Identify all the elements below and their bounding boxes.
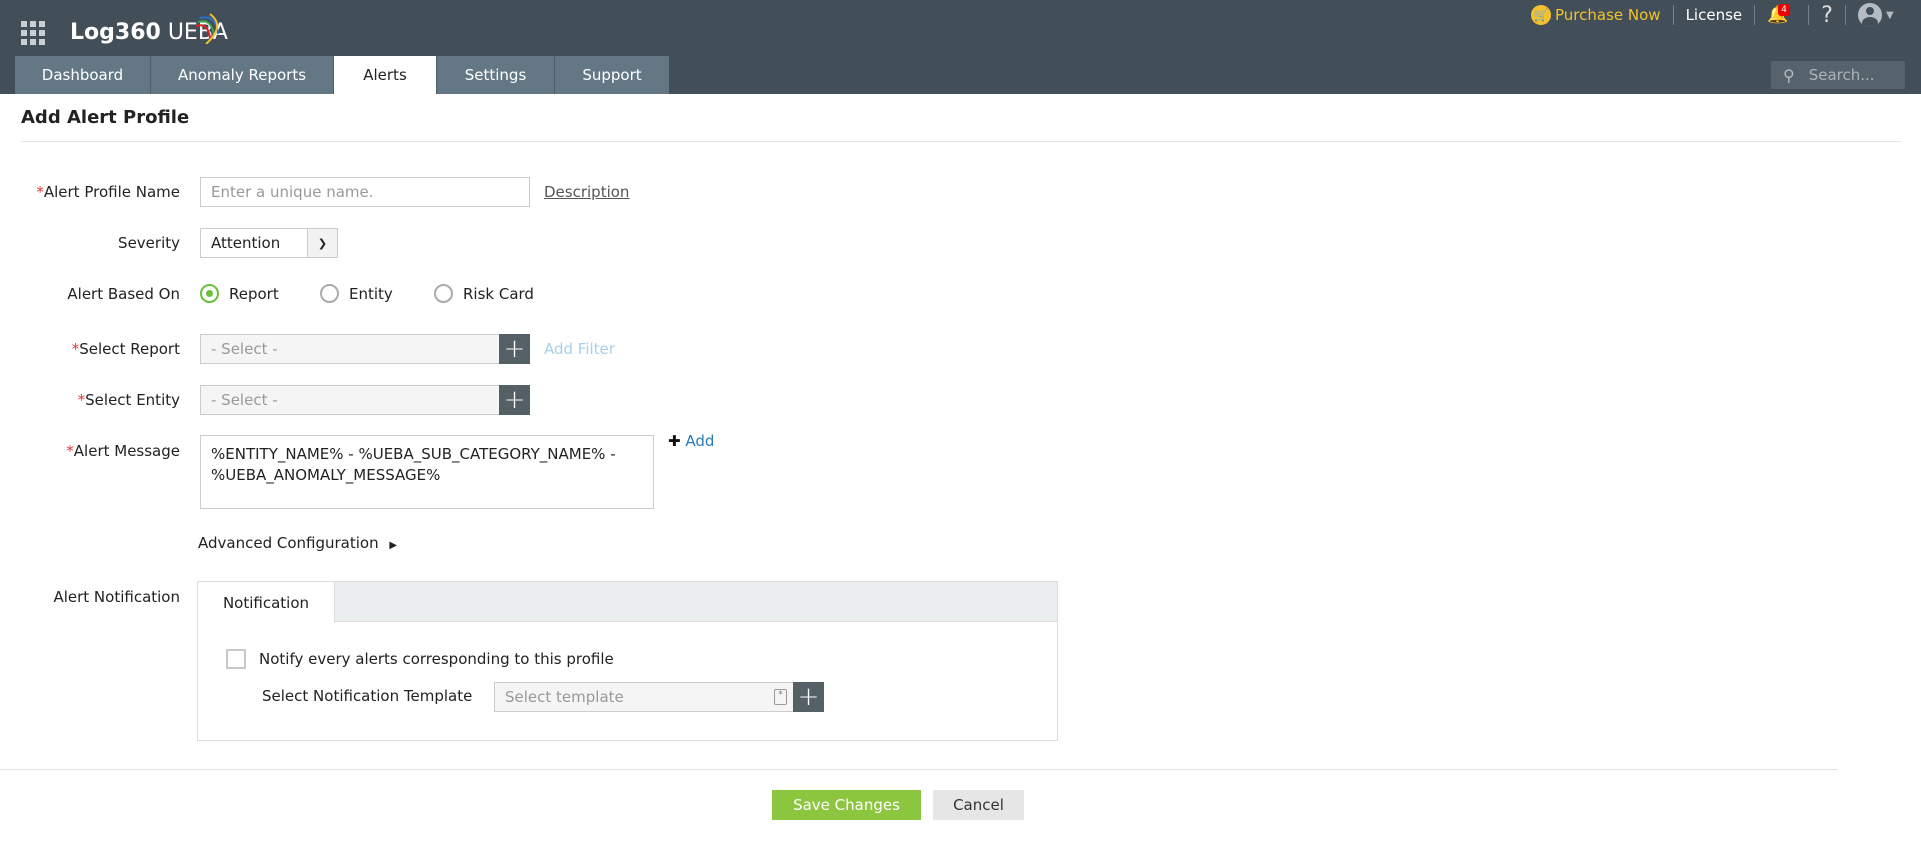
add-filter-link[interactable]: Add Filter [544,340,615,358]
notification-badge: 4 [1778,4,1790,16]
advanced-configuration-toggle[interactable]: Advanced Configuration ▶ [198,534,397,552]
radio-report[interactable]: Report [200,284,279,303]
profile-name-label: *Alert Profile Name [36,183,180,201]
message-label: *Alert Message [66,442,180,460]
help-icon[interactable]: ? [1821,3,1833,28]
template-select[interactable]: Select template * [494,682,794,712]
search-input[interactable]: ⚲ Search... [1771,61,1905,89]
based-on-label: Alert Based On [67,285,180,303]
save-changes-button[interactable]: Save Changes [772,790,921,820]
cart-icon: 🛒 [1531,5,1551,25]
tab-dashboard[interactable]: Dashboard [15,56,151,94]
tab-support[interactable]: Support [555,56,669,94]
description-link[interactable]: Description [544,183,629,201]
checkbox[interactable] [226,649,246,669]
app-logo: Log360 UEBA [70,13,228,45]
app-grid-icon[interactable] [21,21,45,45]
severity-select[interactable]: Attention ❯ [200,228,338,258]
radio-entity[interactable]: Entity [320,284,393,303]
logo-arc-icon [196,13,219,44]
add-template-button[interactable]: + [793,682,824,712]
divider [0,769,1838,770]
search-placeholder: Search... [1808,66,1875,84]
user-avatar-icon[interactable] [1857,3,1882,27]
header-toolbar: 🛒 Purchase Now License 🔔 4 ? ▼ [1531,3,1894,28]
profile-name-input[interactable]: Enter a unique name. [200,177,530,207]
caret-right-icon: ▶ [389,540,398,551]
chevron-down-icon[interactable]: ▼ [1886,10,1894,21]
divider [1844,5,1846,25]
purchase-now-link[interactable]: Purchase Now [1555,6,1661,24]
chevron-down-icon: ❯ [307,229,337,257]
radio-risk-card[interactable]: Risk Card [434,284,534,303]
page-title: Add Alert Profile [21,107,190,128]
template-icon: * [774,689,787,705]
radio-icon [434,284,453,303]
template-label: Select Notification Template [262,687,473,705]
logo-main: Log360 [70,20,161,45]
tab-notification[interactable]: Notification [198,582,335,623]
severity-label: Severity [118,234,180,252]
notify-checkbox-row[interactable]: Notify every alerts corresponding to thi… [226,649,614,669]
bell-icon[interactable]: 🔔 4 [1767,4,1790,25]
notification-label: Alert Notification [53,588,180,606]
alert-message-textarea[interactable]: %ENTITY_NAME% - %UEBA_SUB_CATEGORY_NAME%… [200,435,654,509]
select-entity-dropdown[interactable]: - Select - [200,385,500,415]
divider [1672,5,1674,25]
select-report-label: *Select Report [71,340,180,358]
add-variable-button[interactable]: ✚ Add [668,432,714,450]
search-icon: ⚲ [1783,65,1795,85]
divider [1754,5,1756,25]
radio-selected-icon [200,284,219,303]
tab-anomaly-reports[interactable]: Anomaly Reports [151,56,334,94]
divider [1808,5,1810,25]
add-report-button[interactable]: + [499,334,530,364]
add-entity-button[interactable]: + [499,385,530,415]
plus-icon: ✚ [668,432,681,450]
license-link[interactable]: License [1686,6,1743,24]
select-entity-label: *Select Entity [77,391,180,409]
divider [21,141,1901,142]
tab-alerts[interactable]: Alerts [334,56,437,94]
tab-settings[interactable]: Settings [437,56,555,94]
radio-icon [320,284,339,303]
notification-panel: Notification Notify every alerts corresp… [197,581,1058,741]
cancel-button[interactable]: Cancel [933,790,1024,820]
select-report-dropdown[interactable]: - Select - [200,334,500,364]
